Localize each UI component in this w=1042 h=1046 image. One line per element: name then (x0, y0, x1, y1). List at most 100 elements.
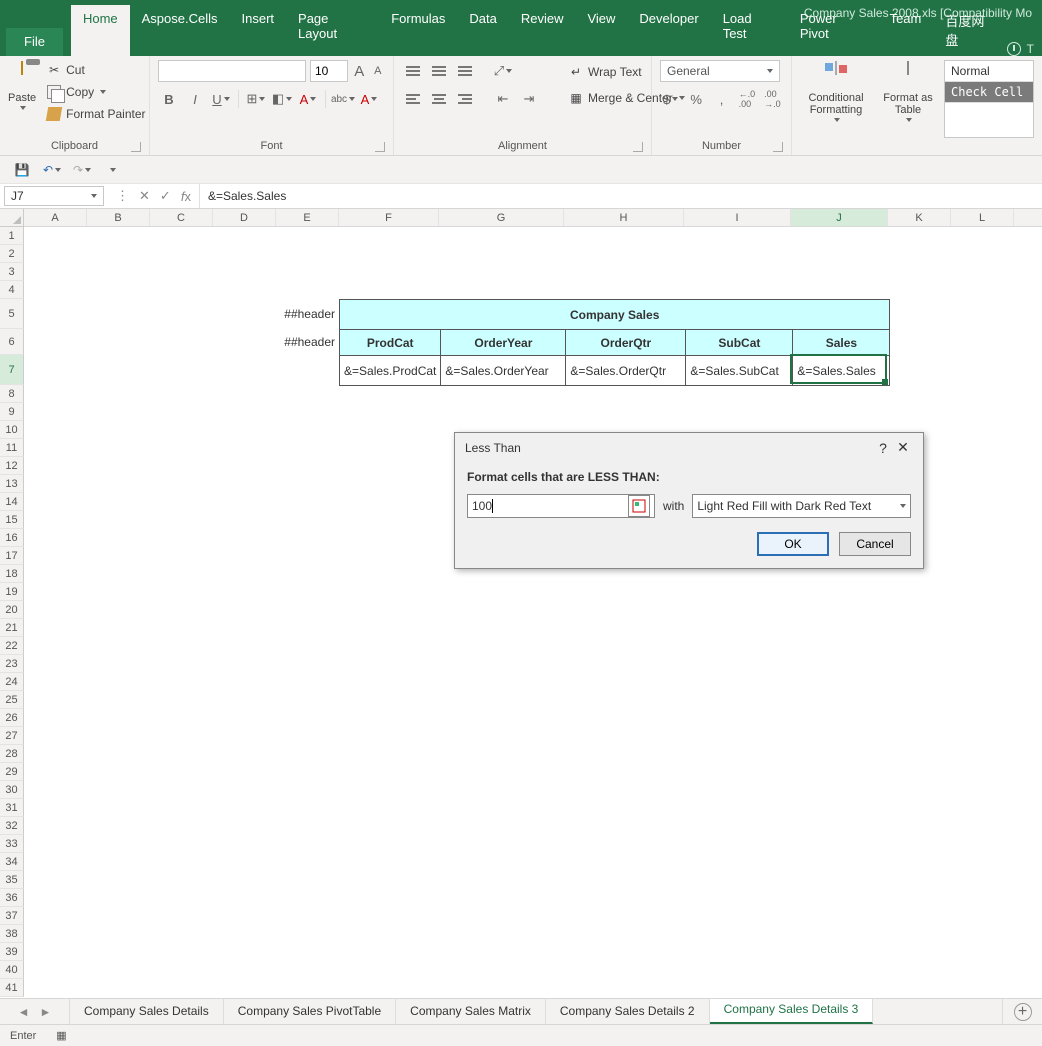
row-header-19[interactable]: 19 (0, 583, 24, 601)
less-than-value-input[interactable]: 100 (467, 494, 655, 518)
column-header-K[interactable]: K (888, 209, 951, 226)
sheet-nav-next[interactable]: ► (40, 1005, 52, 1019)
tell-me[interactable]: T (1007, 42, 1042, 56)
row-header-12[interactable]: 12 (0, 457, 24, 475)
column-header-B[interactable]: B (87, 209, 150, 226)
sheet-tab-company-sales-details-2[interactable]: Company Sales Details 2 (546, 999, 710, 1024)
row-header-16[interactable]: 16 (0, 529, 24, 547)
currency-button[interactable]: $ (660, 88, 681, 110)
tab-view[interactable]: View (575, 5, 627, 56)
column-header-E[interactable]: E (276, 209, 339, 226)
row-header-34[interactable]: 34 (0, 853, 24, 871)
sheet-tab-company-sales-details[interactable]: Company Sales Details (70, 999, 224, 1024)
tab-insert[interactable]: Insert (230, 5, 287, 56)
row-header-7[interactable]: 7 (0, 355, 24, 385)
tab-team[interactable]: Team (878, 5, 934, 56)
row-header-28[interactable]: 28 (0, 745, 24, 763)
row-header-33[interactable]: 33 (0, 835, 24, 853)
column-header-I[interactable]: I (684, 209, 791, 226)
tab-page-layout[interactable]: Page Layout (286, 5, 379, 56)
tab-formulas[interactable]: Formulas (379, 5, 457, 56)
font-size-combo[interactable] (310, 60, 348, 82)
macro-record-icon[interactable]: ▦ (56, 1029, 66, 1042)
qat-customize[interactable] (104, 162, 120, 178)
sheet-tab-company-sales-details-3[interactable]: Company Sales Details 3 (710, 999, 874, 1024)
row-header-5[interactable]: 5 (0, 299, 24, 329)
row-header-37[interactable]: 37 (0, 907, 24, 925)
row-header-27[interactable]: 27 (0, 727, 24, 745)
column-header-G[interactable]: G (439, 209, 564, 226)
decrease-indent-button[interactable]: ⇤ (492, 88, 514, 110)
cut-button[interactable]: ✂Cut (42, 60, 149, 80)
paste-button[interactable]: Paste (8, 60, 36, 138)
format-preset-combo[interactable]: Light Red Fill with Dark Red Text (692, 494, 911, 518)
row-header-3[interactable]: 3 (0, 263, 24, 281)
fill-color-button[interactable]: ◧ (271, 88, 293, 110)
phonetic-button[interactable]: abc (332, 88, 354, 110)
number-format-combo[interactable]: General (660, 60, 780, 82)
format-as-table-button[interactable]: Format as Table (878, 60, 938, 138)
orientation-button[interactable]: ⤢ (492, 60, 514, 82)
decrease-decimal-button[interactable]: .00→.0 (762, 88, 783, 110)
row-header-10[interactable]: 10 (0, 421, 24, 439)
border-button[interactable]: ⊞ (245, 88, 267, 110)
align-bottom-button[interactable] (454, 60, 476, 82)
tab-file[interactable]: File (6, 28, 63, 56)
row-header-25[interactable]: 25 (0, 691, 24, 709)
tab-data[interactable]: Data (457, 5, 508, 56)
row-header-24[interactable]: 24 (0, 673, 24, 691)
comma-button[interactable]: , (711, 88, 732, 110)
row-header-39[interactable]: 39 (0, 943, 24, 961)
row-header-20[interactable]: 20 (0, 601, 24, 619)
row-header-38[interactable]: 38 (0, 925, 24, 943)
row-header-18[interactable]: 18 (0, 565, 24, 583)
dialog-close-button[interactable]: ✕ (893, 439, 913, 456)
sheet-tab-company-sales-matrix[interactable]: Company Sales Matrix (396, 999, 546, 1024)
column-header-F[interactable]: F (339, 209, 439, 226)
font-name-combo[interactable] (158, 60, 306, 82)
bold-button[interactable]: B (158, 88, 180, 110)
sheet-nav-prev[interactable]: ◄ (18, 1005, 30, 1019)
font-color-button-2[interactable]: A (358, 88, 380, 110)
row-header-9[interactable]: 9 (0, 403, 24, 421)
row-header-32[interactable]: 32 (0, 817, 24, 835)
tab-home[interactable]: Home (71, 5, 130, 56)
ok-button[interactable]: OK (757, 532, 829, 556)
range-picker-button[interactable] (628, 495, 650, 517)
row-header-30[interactable]: 30 (0, 781, 24, 799)
row-header-23[interactable]: 23 (0, 655, 24, 673)
worksheet-grid[interactable]: ABCDEFGHIJKL 123456789101112131415161718… (0, 209, 1042, 969)
italic-button[interactable]: I (184, 88, 206, 110)
font-launcher[interactable] (375, 142, 385, 152)
increase-indent-button[interactable]: ⇥ (518, 88, 540, 110)
percent-button[interactable]: % (685, 88, 706, 110)
increase-decimal-button[interactable]: ←.0.00 (736, 88, 757, 110)
enter-formula-button[interactable]: ✓ (160, 188, 171, 204)
sheet-tab-company-sales-pivottable[interactable]: Company Sales PivotTable (224, 999, 396, 1024)
row-header-4[interactable]: 4 (0, 281, 24, 299)
cell-styles-gallery[interactable]: Normal Check Cell (944, 60, 1034, 138)
row-header-8[interactable]: 8 (0, 385, 24, 403)
row-header-29[interactable]: 29 (0, 763, 24, 781)
column-header-C[interactable]: C (150, 209, 213, 226)
tab-load-test[interactable]: Load Test (711, 5, 788, 56)
redo-button[interactable]: ↷ (74, 162, 90, 178)
new-sheet-button[interactable]: + (1002, 999, 1042, 1024)
row-header-6[interactable]: 6 (0, 329, 24, 355)
tab-power-pivot[interactable]: Power Pivot (788, 5, 878, 56)
align-top-button[interactable] (402, 60, 424, 82)
row-header-17[interactable]: 17 (0, 547, 24, 565)
column-header-H[interactable]: H (564, 209, 684, 226)
name-box[interactable]: J7 (4, 186, 104, 206)
row-header-14[interactable]: 14 (0, 493, 24, 511)
column-header-D[interactable]: D (213, 209, 276, 226)
cancel-button[interactable]: Cancel (839, 532, 911, 556)
column-header-L[interactable]: L (951, 209, 1014, 226)
row-header-22[interactable]: 22 (0, 637, 24, 655)
format-painter-button[interactable]: Format Painter (42, 104, 149, 124)
tab-aspose-cells[interactable]: Aspose.Cells (130, 5, 230, 56)
fx-button[interactable]: fx (181, 189, 191, 204)
row-header-11[interactable]: 11 (0, 439, 24, 457)
grow-font-button[interactable]: A (352, 60, 367, 82)
row-header-13[interactable]: 13 (0, 475, 24, 493)
